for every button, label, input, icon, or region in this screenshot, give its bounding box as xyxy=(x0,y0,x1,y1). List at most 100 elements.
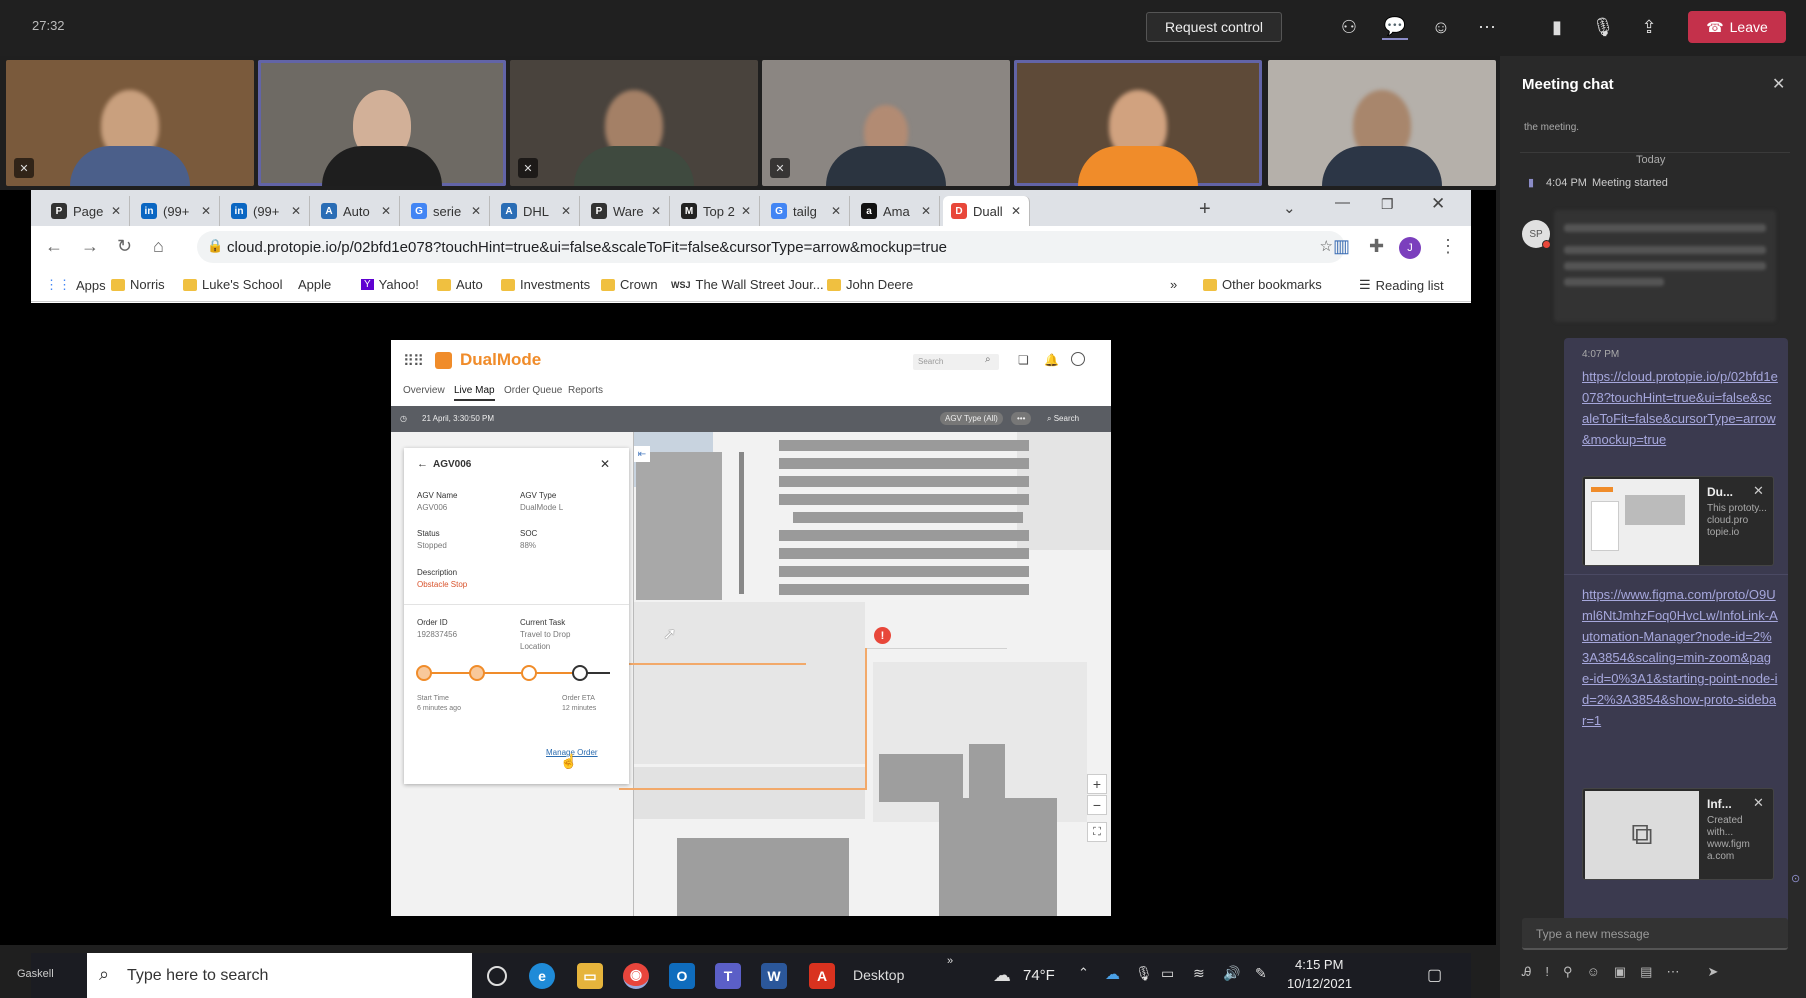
compose-input[interactable]: Type a new message xyxy=(1522,918,1788,950)
browser-tab[interactable]: A Auto ✕ xyxy=(313,196,400,226)
extension-icon[interactable]: ▥ xyxy=(1333,236,1350,257)
clock-date[interactable]: 10/12/2021 xyxy=(1287,976,1352,991)
messages-icon[interactable]: ❏ xyxy=(1018,353,1029,367)
clock-time[interactable]: 4:15 PM xyxy=(1295,957,1343,972)
url-bar[interactable]: 🔒 cloud.protopie.io/p/02bfd1e078?touchHi… xyxy=(197,231,1345,263)
user-icon[interactable] xyxy=(1071,352,1085,366)
reload-icon[interactable]: ↻ xyxy=(117,236,132,257)
new-tab-icon[interactable]: + xyxy=(1199,198,1211,221)
browser-tab[interactable]: Gserie ✕ xyxy=(403,196,490,226)
onedrive-icon[interactable]: ☁ xyxy=(1105,965,1120,983)
tab-close-icon[interactable]: ✕ xyxy=(381,204,391,218)
mic-icon[interactable]: 🎙 xyxy=(1590,14,1616,40)
weather-temp[interactable]: 74°F xyxy=(1023,967,1055,984)
map-search-button[interactable]: ⌕ Search xyxy=(1047,414,1079,424)
bookmark-item[interactable]: Luke's School xyxy=(183,277,283,292)
tab-close-icon[interactable]: ✕ xyxy=(471,204,481,218)
tab-close-icon[interactable]: ✕ xyxy=(921,204,931,218)
browser-tab[interactable]: A DHL ✕ xyxy=(493,196,580,226)
fit-view-icon[interactable]: ⛶ xyxy=(1087,822,1107,842)
attach-icon[interactable]: ⚲ xyxy=(1563,964,1573,986)
minimize-icon[interactable]: — xyxy=(1335,194,1350,211)
zoom-in-icon[interactable]: + xyxy=(1087,774,1107,794)
bookmark-item[interactable]: WSJ The Wall Street Jour... xyxy=(671,277,824,292)
browser-tab[interactable]: in (99+ ✕ xyxy=(133,196,220,226)
forward-icon[interactable]: → xyxy=(81,236,99,257)
gif-icon[interactable]: ▣ xyxy=(1614,964,1626,986)
people-icon[interactable]: ⚇ xyxy=(1336,14,1362,40)
toolbar-overflow-icon[interactable]: » xyxy=(947,955,953,967)
tab-close-icon[interactable]: ✕ xyxy=(741,204,751,218)
leave-button[interactable]: ☎ Leave xyxy=(1688,11,1786,43)
priority-icon[interactable]: ! xyxy=(1545,964,1549,986)
menu-kebab-icon[interactable]: ⋮ xyxy=(1439,236,1457,257)
back-arrow-icon[interactable]: ← xyxy=(417,458,428,470)
app-grid-icon[interactable]: ⠿⠿ xyxy=(403,352,424,370)
participant-tile-speaking[interactable] xyxy=(258,60,506,186)
volume-icon[interactable]: 🔊 xyxy=(1223,965,1240,982)
notifications-icon[interactable]: ▢ xyxy=(1427,965,1442,985)
profile-avatar[interactable]: J xyxy=(1399,237,1421,259)
bell-icon[interactable]: 🔔 xyxy=(1044,353,1059,367)
bookmark-item[interactable]: Crown xyxy=(601,277,658,292)
collapse-panel-icon[interactable]: ⇤ xyxy=(634,446,650,462)
more-actions-icon[interactable]: ⋯ xyxy=(1474,14,1500,40)
window-close-icon[interactable]: ✕ xyxy=(1431,194,1445,214)
zoom-out-icon[interactable]: − xyxy=(1087,795,1107,815)
puzzle-icon[interactable]: ✚ xyxy=(1369,236,1384,257)
tab-close-icon[interactable]: ✕ xyxy=(561,204,571,218)
bookmark-item[interactable]: ⋮⋮ Apps xyxy=(45,277,106,293)
bookmark-item[interactable]: Y Yahoo! xyxy=(361,277,419,292)
browser-tab[interactable]: a Ama ✕ xyxy=(853,196,940,226)
camera-icon[interactable]: ▮ xyxy=(1544,14,1570,40)
back-icon[interactable]: ← xyxy=(45,236,63,257)
remove-preview-icon[interactable]: ✕ xyxy=(1753,483,1764,499)
tab-close-icon[interactable]: ✕ xyxy=(111,204,121,218)
emoji-icon[interactable]: ☺ xyxy=(1587,964,1600,986)
panel-close-icon[interactable]: ✕ xyxy=(600,457,610,471)
teams-icon[interactable]: T xyxy=(715,963,741,989)
chrome-icon[interactable]: ◉ xyxy=(623,963,649,989)
file-explorer-icon[interactable]: ▭ xyxy=(577,963,603,989)
tab-close-icon[interactable]: ✕ xyxy=(1011,204,1021,218)
share-tray-icon[interactable]: ⇪ xyxy=(1636,14,1662,40)
participant-tile[interactable]: ✕ xyxy=(510,60,758,186)
send-icon[interactable]: ➤ xyxy=(1707,964,1718,986)
bookmarks-overflow[interactable]: » xyxy=(1170,277,1177,292)
agv-type-filter[interactable]: AGV Type (All) xyxy=(940,412,1003,425)
prototype-tab[interactable]: Overview xyxy=(403,385,445,396)
acrobat-icon[interactable]: A xyxy=(809,963,835,989)
bookmark-item[interactable]: Apple xyxy=(293,277,331,292)
format-icon[interactable]: Ꭿ xyxy=(1522,964,1531,986)
prototype-tab[interactable]: Order Queue xyxy=(504,385,562,396)
browser-tab[interactable]: P Ware ✕ xyxy=(583,196,670,226)
bookmark-item[interactable]: John Deere xyxy=(827,277,913,292)
link-preview-card[interactable]: Du... This prototy... cloud.pro topie.io… xyxy=(1582,476,1774,566)
more-filters-icon[interactable]: ••• xyxy=(1011,412,1032,425)
home-icon[interactable]: ⌂ xyxy=(153,236,164,257)
protopie-link[interactable]: https://cloud.protopie.io/p/02bfd1e078?t… xyxy=(1582,366,1778,450)
cortana-icon[interactable] xyxy=(487,966,507,986)
bookmark-item[interactable]: Auto xyxy=(437,277,483,292)
figma-link[interactable]: https://www.figma.com/proto/O9Uml6NtJmhz… xyxy=(1582,584,1778,731)
more-options-icon[interactable]: ⋯ xyxy=(1666,964,1679,986)
sticker-icon[interactable]: ▤ xyxy=(1640,964,1652,986)
obstacle-alert-icon[interactable]: ! xyxy=(874,627,891,644)
participant-tile-speaking[interactable] xyxy=(1014,60,1262,186)
participant-tile[interactable]: ✕ xyxy=(762,60,1010,186)
bookmark-star-icon[interactable]: ☆ xyxy=(1320,237,1333,255)
tab-close-icon[interactable]: ✕ xyxy=(651,204,661,218)
tray-chevron-icon[interactable]: ⌃ xyxy=(1078,965,1089,981)
chat-icon[interactable]: 💬 xyxy=(1382,14,1408,40)
prototype-tab[interactable]: Reports xyxy=(568,385,603,396)
other-bookmarks[interactable]: Other bookmarks xyxy=(1203,277,1322,292)
tab-search-icon[interactable]: ⌄ xyxy=(1283,199,1296,217)
bookmark-item[interactable]: Investments xyxy=(501,277,590,292)
chat-close-icon[interactable]: ✕ xyxy=(1772,74,1785,94)
tab-close-icon[interactable]: ✕ xyxy=(831,204,841,218)
wifi-icon[interactable]: ≋ xyxy=(1193,965,1205,982)
browser-tab[interactable]: in (99+ ✕ xyxy=(223,196,310,226)
link-preview-card[interactable]: ⧉ Inf... Created with... www.figm a.com … xyxy=(1582,788,1774,880)
participant-tile[interactable] xyxy=(1268,60,1496,186)
taskbar-search[interactable]: ⌕ Type here to search xyxy=(87,953,472,998)
